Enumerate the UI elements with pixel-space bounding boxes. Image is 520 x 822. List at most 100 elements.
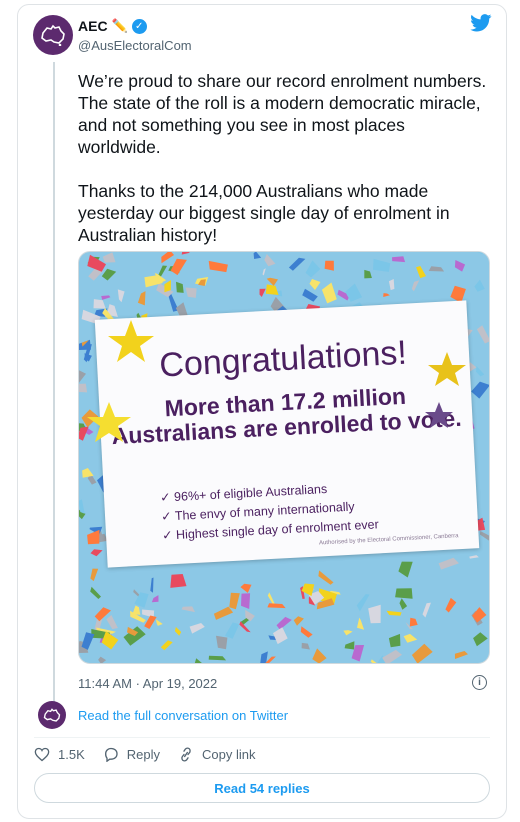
confetti-piece — [79, 383, 88, 393]
confetti-piece — [266, 277, 278, 286]
confetti-piece — [422, 602, 431, 618]
conversation-avatar[interactable] — [38, 701, 66, 729]
confetti-piece — [454, 260, 466, 272]
confetti-piece — [318, 570, 334, 585]
confetti-piece — [386, 610, 402, 616]
confetti-piece — [262, 268, 266, 276]
thread-line — [53, 62, 55, 702]
confetti-piece — [265, 284, 279, 295]
twitter-logo-icon[interactable] — [470, 14, 492, 32]
confetti-piece — [208, 260, 228, 273]
reply-button[interactable]: Reply — [103, 747, 160, 762]
confetti-piece — [399, 598, 408, 610]
confetti-piece — [229, 592, 240, 610]
confetti-piece — [176, 281, 184, 293]
author-name-row[interactable]: AEC ✏️ ✓ — [78, 18, 147, 34]
confetti-piece — [208, 655, 227, 661]
confetti-piece — [360, 662, 361, 663]
confetti-piece — [123, 626, 146, 646]
pencil-emoji: ✏️ — [111, 18, 128, 33]
confetti-piece — [117, 289, 125, 303]
confetti-piece — [101, 295, 111, 300]
author-name[interactable]: AEC — [78, 18, 108, 34]
confetti-piece — [309, 279, 321, 290]
confetti-piece — [403, 633, 418, 643]
copy-link-label: Copy link — [202, 747, 256, 762]
australia-map-icon — [43, 707, 61, 722]
confetti-piece — [471, 381, 489, 399]
confetti-piece — [273, 627, 288, 645]
confetti-piece — [356, 594, 370, 612]
confetti-piece — [473, 632, 488, 647]
author-avatar[interactable] — [33, 15, 73, 55]
image-heading: Congratulations! — [158, 333, 408, 385]
confetti-piece — [264, 254, 276, 267]
confetti-piece — [472, 607, 487, 623]
confetti-piece — [293, 616, 304, 626]
read-replies-button[interactable]: Read 54 replies — [34, 773, 490, 803]
verified-badge-icon: ✓ — [131, 18, 147, 34]
tweet-image[interactable]: Congratulations! More than 17.2 million … — [78, 251, 490, 664]
confetti-piece — [144, 615, 157, 629]
confetti-piece — [411, 643, 433, 663]
image-bullets: 96%+ of eligible Australians The envy of… — [160, 477, 380, 545]
confetti-piece — [185, 287, 197, 298]
confetti-piece — [225, 622, 240, 639]
australia-map-icon — [41, 24, 65, 46]
confetti-piece — [240, 583, 252, 593]
confetti-piece — [409, 617, 418, 627]
confetti-piece — [305, 260, 321, 278]
reply-label: Reply — [126, 747, 160, 762]
confetti-piece — [302, 288, 318, 302]
confetti-piece — [364, 269, 372, 279]
author-handle[interactable]: @AusElectoralCom — [78, 38, 192, 53]
confetti-piece — [189, 623, 205, 634]
confetti-piece — [90, 586, 101, 599]
like-button[interactable]: 1.5K — [34, 747, 85, 762]
copy-link-button[interactable]: Copy link — [178, 747, 255, 762]
confetti-piece — [81, 632, 95, 650]
like-count: 1.5K — [58, 747, 85, 762]
confetti-piece — [259, 288, 266, 297]
confetti-piece — [476, 366, 485, 377]
confetti-piece — [382, 649, 402, 663]
confetti-piece — [106, 615, 118, 630]
confetti-piece — [216, 635, 228, 650]
read-conversation-link[interactable]: Read the full conversation on Twitter — [78, 708, 288, 723]
info-icon[interactable]: i — [472, 675, 487, 690]
confetti-piece — [301, 642, 310, 650]
confetti-piece — [479, 531, 489, 541]
confetti-piece — [428, 266, 445, 272]
confetti-piece — [102, 252, 116, 263]
confetti-piece — [194, 658, 202, 663]
confetti-piece — [150, 577, 154, 593]
confetti-piece — [288, 257, 306, 271]
confetti-piece — [98, 656, 107, 663]
confetti-piece — [398, 561, 413, 578]
confetti-piece — [411, 280, 420, 292]
action-bar: 1.5K Reply Copy link — [34, 747, 273, 762]
confetti-piece — [392, 256, 406, 263]
confetti-piece — [416, 266, 426, 279]
confetti-piece — [312, 648, 327, 663]
confetti-piece — [388, 279, 395, 291]
confetti-piece — [454, 651, 468, 659]
confetti-piece — [170, 574, 187, 588]
confetti-piece — [174, 627, 182, 636]
tweet-timestamp[interactable]: 11:44 AM · Apr 19, 2022 — [78, 676, 217, 691]
confetti-piece — [151, 595, 159, 603]
congratulations-sign: Congratulations! More than 17.2 million … — [94, 300, 480, 568]
confetti-piece — [161, 252, 174, 264]
confetti-piece — [156, 619, 163, 626]
confetti-piece — [445, 597, 457, 613]
confetti-piece — [276, 616, 292, 630]
confetti-piece — [474, 279, 485, 292]
divider — [34, 737, 490, 738]
confetti-piece — [170, 258, 187, 276]
confetti-piece — [300, 626, 313, 638]
confetti-piece — [438, 557, 459, 570]
confetti-piece — [181, 252, 190, 255]
confetti-piece — [344, 641, 355, 650]
confetti-piece — [90, 568, 99, 582]
confetti-piece — [368, 604, 381, 624]
